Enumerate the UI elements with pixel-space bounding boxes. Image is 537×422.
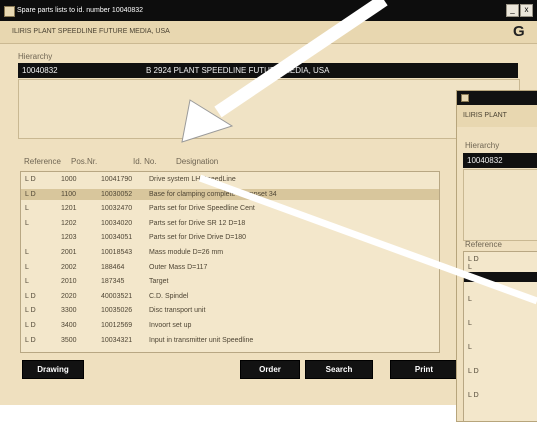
drawing-button[interactable]: Drawing: [22, 360, 84, 379]
table-row[interactable]: L D 2020 40003521 C.D. Spindel: [21, 291, 439, 302]
cell-reference: L D: [25, 322, 36, 329]
close-button[interactable]: x: [520, 4, 533, 17]
cell-pos-nr: 3300: [61, 307, 77, 315]
hierarchy-id: 10040832: [22, 66, 58, 75]
secondary-hierarchy-bar[interactable]: 10040832: [463, 153, 537, 168]
cell-reference: L D: [25, 336, 36, 344]
secondary-subheader: ILIRIS PLANT: [457, 105, 537, 127]
cell-pos-nr: 2020: [61, 292, 77, 300]
cell-id-no: 10030052: [101, 190, 133, 198]
title-bar: Spare parts lists to id. number 10040832…: [0, 0, 537, 21]
company-logo-icon: G: [513, 23, 525, 40]
secondary-row-reference: L D: [468, 368, 479, 375]
cell-designation: Drive system LH SpeedLine: [149, 176, 236, 183]
secondary-row-reference: L D: [468, 256, 479, 263]
table-row[interactable]: L 2002 188464 Outer Mass D=117: [21, 262, 439, 273]
window-title: Spare parts lists to id. number 10040832: [17, 7, 144, 14]
cell-pos-nr: 1202: [61, 219, 77, 227]
column-header-id-no[interactable]: Id. No.: [133, 157, 157, 166]
cell-designation: C.D. Spindel: [149, 292, 189, 300]
table-row[interactable]: L 1202 10034020 Parts set for Drive SR 12 D…: [21, 218, 439, 229]
hierarchy-bar[interactable]: 10040832 B 2924 PLANT SPEEDLINE FUTURE M…: [18, 63, 518, 78]
table-row[interactable]: L 1201 10032470 Parts set for Drive Speedli…: [21, 203, 439, 214]
cell-pos-nr: 1201: [61, 205, 77, 213]
secondary-title-bar: [457, 91, 537, 105]
cell-pos-nr: 3400: [61, 322, 77, 329]
hierarchy-label: Hierarchy: [18, 52, 53, 61]
column-header-reference[interactable]: Reference: [24, 157, 61, 166]
secondary-row-reference: L: [468, 344, 472, 351]
secondary-parts-table[interactable]: L DLLLLL DL D: [463, 251, 537, 421]
cell-designation: Target: [149, 278, 169, 286]
cell-reference: L D: [25, 292, 36, 300]
order-button[interactable]: Order: [240, 360, 300, 379]
cell-pos-nr: 3500: [61, 336, 77, 344]
hierarchy-detail-panel: [18, 79, 520, 139]
cell-reference: L: [25, 219, 29, 227]
cell-designation: Outer Mass D=117: [149, 263, 208, 271]
print-button[interactable]: Print: [390, 360, 458, 379]
parts-table[interactable]: L D 1000 10041790 Drive system LH SpeedLine…: [20, 171, 440, 353]
cell-designation: Mass module D=26 mm: [149, 249, 224, 256]
hierarchy-path: B 2924 PLANT SPEEDLINE FUTURE MEDIA, USA: [146, 66, 330, 75]
plant-subheader: ILIRIS PLANT SPEEDLINE FUTURE MEDIA, USA: [0, 21, 537, 44]
table-row[interactable]: L 2001 10018543 Mass module D=26 mm: [21, 247, 439, 258]
cell-id-no: 10034020: [101, 219, 133, 227]
cell-designation: Parts set for Drive Speedline Cent: [149, 205, 255, 213]
cell-designation: Input in transmitter unit Speedline: [149, 336, 254, 344]
cell-reference: L: [25, 278, 29, 286]
column-header-designation[interactable]: Designation: [176, 157, 218, 166]
secondary-selected-row[interactable]: [464, 272, 537, 282]
cell-pos-nr: 1000: [61, 176, 77, 183]
cell-designation: Parts set for Drive SR 12 D=18: [149, 219, 246, 227]
cell-reference: L: [25, 249, 29, 256]
secondary-detail-panel: [463, 169, 537, 241]
cell-pos-nr: 2001: [61, 249, 77, 256]
cell-designation: Parts set for Drive Drive D=180: [149, 234, 247, 242]
table-row[interactable]: L D 3300 10035026 Disc transport unit: [21, 305, 439, 316]
cell-reference: L D: [25, 190, 36, 198]
cell-id-no: 187345: [101, 278, 125, 286]
secondary-reference-label: Reference: [465, 240, 502, 249]
cell-pos-nr: 1203: [61, 234, 77, 242]
cell-id-no: 10012569: [101, 322, 133, 329]
cell-pos-nr: 2002: [61, 263, 77, 271]
secondary-window[interactable]: ILIRIS PLANT Hierarchy 10040832 Referenc…: [456, 90, 537, 422]
secondary-row-reference: L: [468, 264, 472, 271]
table-row[interactable]: 1203 10034051 Parts set for Drive Drive D=…: [21, 232, 439, 243]
search-button[interactable]: Search: [305, 360, 373, 379]
cell-id-no: 40003521: [101, 292, 133, 300]
secondary-row-reference: L: [468, 296, 472, 303]
cell-reference: L D: [25, 176, 36, 183]
cell-id-no: 10034321: [101, 336, 133, 344]
cell-id-no: 188464: [101, 263, 125, 271]
secondary-app-icon: [461, 94, 469, 102]
cell-id-no: 10034051: [101, 234, 133, 242]
cell-id-no: 10032470: [101, 205, 133, 213]
cell-pos-nr: 2010: [61, 278, 77, 286]
table-row[interactable]: L 2010 187345 Target: [21, 276, 439, 287]
minimize-button[interactable]: _: [506, 4, 519, 17]
column-header-pos-nr[interactable]: Pos.Nr.: [71, 157, 97, 166]
table-row[interactable]: L D 3400 10012569 Invoort set up: [21, 320, 439, 331]
cell-id-no: 10035026: [101, 307, 133, 315]
cell-pos-nr: 1100: [61, 190, 77, 198]
secondary-row-reference: L: [468, 320, 472, 327]
table-row[interactable]: L D 3500 10034321 Input in transmitter unit…: [21, 335, 439, 346]
app-icon: [4, 6, 15, 17]
cell-id-no: 10041790: [101, 176, 133, 183]
cell-id-no: 10018543: [101, 249, 133, 256]
table-row[interactable]: L D 1000 10041790 Drive system LH SpeedLine: [21, 174, 439, 185]
table-row[interactable]: L D 1100 10030052 Base for clamping complet…: [21, 188, 439, 200]
secondary-row-reference: L D: [468, 392, 479, 399]
cell-reference: L: [25, 263, 29, 271]
secondary-hierarchy-label: Hierarchy: [465, 141, 500, 150]
cell-designation: Disc transport unit: [149, 307, 206, 315]
cell-designation: Base for clamping complete Clampset 34: [149, 190, 277, 198]
cell-reference: L D: [25, 307, 36, 315]
cell-designation: Invoort set up: [149, 322, 192, 329]
cell-reference: L: [25, 205, 29, 213]
